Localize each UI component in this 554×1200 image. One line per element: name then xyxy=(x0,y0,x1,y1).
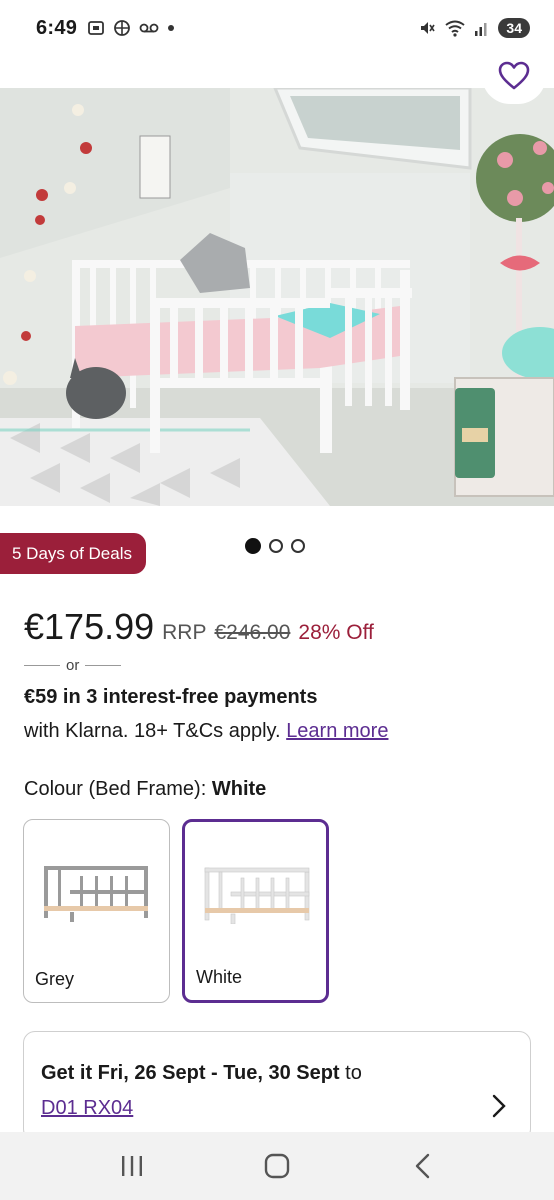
mute-icon xyxy=(421,22,436,34)
colour-option-label: Grey xyxy=(35,969,75,989)
dot-icon xyxy=(168,25,175,31)
rrp-value: €246.00 xyxy=(214,621,291,644)
colour-selected-value: White xyxy=(211,778,267,800)
back-button[interactable] xyxy=(392,1141,452,1191)
product-photo xyxy=(0,88,554,506)
carousel-dot[interactable] xyxy=(269,539,283,553)
divider-line xyxy=(24,665,60,666)
heart-outline-icon xyxy=(498,61,530,90)
carousel-dot[interactable] xyxy=(245,538,261,554)
wifi-icon xyxy=(445,20,466,37)
home-icon xyxy=(264,1153,290,1179)
carousel-dots xyxy=(245,538,305,554)
screenshot-icon xyxy=(88,21,105,35)
bed-grey-thumbnail xyxy=(44,866,148,922)
system-nav-bar xyxy=(0,1132,554,1200)
delivery-to: to xyxy=(345,1062,362,1084)
or-divider: or xyxy=(24,657,122,674)
learn-more-link[interactable]: Learn more xyxy=(286,720,388,742)
chevron-right-icon xyxy=(492,1094,506,1118)
klarna-headline: €59 in 3 interest-free payments xyxy=(24,686,318,708)
status-time: 6:49 xyxy=(36,16,78,39)
delivery-estimate: Get it Fri, 26 Sept - Tue, 30 Sept to xyxy=(41,1062,362,1085)
carousel-dot[interactable] xyxy=(291,539,305,553)
price: €175.99 xyxy=(24,606,155,647)
rrp-label: RRP xyxy=(162,621,207,644)
colour-option-white[interactable]: White xyxy=(182,819,329,1003)
product-image[interactable] xyxy=(0,88,554,506)
colour-option-label: White xyxy=(196,967,243,987)
home-button[interactable] xyxy=(247,1141,307,1191)
voicemail-icon xyxy=(139,23,159,33)
delivery-dates: Get it Fri, 26 Sept - Tue, 30 Sept xyxy=(41,1062,340,1084)
status-bar: 6:49 34 xyxy=(0,0,554,56)
battery-indicator: 34 xyxy=(498,18,530,38)
price-row: €175.99 RRP €246.00 28% Off xyxy=(24,606,374,648)
discount-label: 28% Off xyxy=(298,621,374,644)
signal-icon xyxy=(475,23,487,36)
klarna-terms: with Klarna. 18+ T&Cs apply. Learn more xyxy=(24,720,388,743)
pinwheel-icon xyxy=(114,20,131,36)
delivery-postcode-link[interactable]: D01 RX04 xyxy=(41,1097,133,1120)
status-right: 34 xyxy=(418,18,530,38)
divider-line xyxy=(85,665,122,666)
notification-icons xyxy=(87,19,175,37)
back-icon xyxy=(415,1153,429,1179)
recents-icon xyxy=(122,1156,143,1176)
or-text: or xyxy=(66,657,80,674)
delivery-card[interactable]: Get it Fri, 26 Sept - Tue, 30 Sept to D0… xyxy=(23,1031,531,1141)
status-left: 6:49 xyxy=(36,17,175,40)
header-bar xyxy=(0,56,554,88)
colour-label-text: Colour (Bed Frame): xyxy=(24,778,207,800)
colour-label: Colour (Bed Frame): White xyxy=(24,778,266,801)
recents-button[interactable] xyxy=(102,1141,162,1191)
colour-option-grey[interactable]: Grey xyxy=(23,819,170,1003)
bed-white-thumbnail xyxy=(204,867,310,924)
wishlist-button[interactable] xyxy=(482,48,546,104)
klarna-terms-text: with Klarna. 18+ T&Cs apply. xyxy=(24,720,281,742)
deals-badge: 5 Days of Deals xyxy=(0,533,146,574)
